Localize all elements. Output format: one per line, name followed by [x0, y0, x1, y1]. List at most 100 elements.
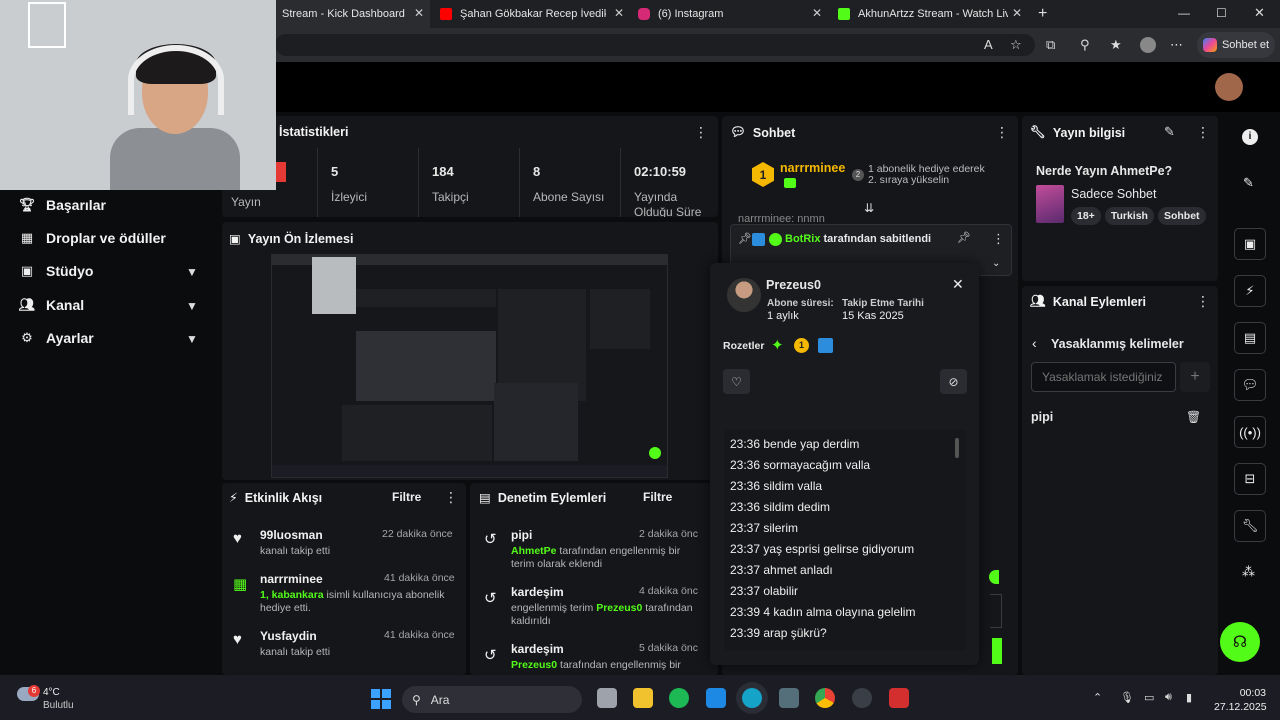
sidebar-item-drops[interactable]: ▦ Droplar ve ödüller: [18, 230, 166, 246]
users-icon[interactable]: ⁂: [1242, 564, 1255, 580]
undo-icon[interactable]: ↺: [484, 589, 497, 607]
close-icon[interactable]: ✕: [1012, 6, 1022, 20]
banned-word-input[interactable]: [1031, 362, 1176, 392]
mic-icon[interactable]: 🎙︎: [1120, 691, 1134, 704]
sidebar-item-achievements[interactable]: 🏆︎ Başarılar: [18, 197, 106, 213]
activity-filter-button[interactable]: Filtre: [392, 490, 421, 504]
unpin-icon[interactable]: 📌︎: [957, 231, 971, 244]
activity-user[interactable]: 99luosman: [260, 528, 323, 542]
sidebar-item-studio[interactable]: ▣ Stüdyo: [18, 263, 94, 279]
mute-button[interactable]: ⊘: [940, 369, 967, 394]
follow-heart-button[interactable]: ♡: [723, 369, 750, 394]
address-bar[interactable]: [275, 34, 1035, 56]
camera-icon[interactable]: ▣: [1234, 228, 1266, 260]
task-view-icon[interactable]: [597, 688, 617, 708]
add-word-button[interactable]: +: [1180, 362, 1210, 392]
new-tab-icon[interactable]: +: [1038, 5, 1047, 23]
activity-user[interactable]: narrrminee: [260, 572, 323, 586]
bolt-icon[interactable]: ⚡︎: [1234, 275, 1266, 307]
tab-title: AkhunArtzz Stream - Watch Live c: [858, 8, 1008, 20]
document-icon[interactable]: ▤: [1234, 322, 1266, 354]
moderation-actor[interactable]: Prezeus0: [596, 602, 642, 614]
close-icon[interactable]: ✕: [414, 6, 424, 20]
more-options-icon[interactable]: ⋮: [694, 124, 708, 141]
clock-date[interactable]: 27.12.2025: [1214, 701, 1267, 713]
moderation-actor[interactable]: AhmetPe: [511, 545, 557, 557]
avatar[interactable]: [1215, 73, 1243, 101]
chrome-icon[interactable]: [815, 688, 835, 708]
more-options-icon[interactable]: ⋮: [444, 489, 458, 506]
top-gifter-name[interactable]: narrrminee: [780, 161, 845, 175]
favorite-icon[interactable]: ☆: [1010, 37, 1022, 53]
support-button[interactable]: ☊: [1220, 622, 1260, 662]
tab-youtube[interactable]: Şahan Gökbakar Recep İvedik Sah ✕: [434, 0, 630, 28]
volume-icon[interactable]: 🔊︎: [1165, 691, 1172, 704]
tray-chevron-icon[interactable]: ⌃: [1093, 691, 1102, 704]
more-icon[interactable]: ⋯: [1170, 37, 1183, 53]
chat-message: 23:37 ahmet anladı: [730, 563, 833, 577]
stream-category[interactable]: Sadece Sohbet: [1071, 187, 1157, 201]
network-icon[interactable]: ▭: [1144, 691, 1154, 704]
store-icon[interactable]: [706, 688, 726, 708]
pinned-by-text: tarafından sabitlendi: [823, 233, 932, 245]
sub-duration-value: 1 aylık: [767, 310, 799, 322]
scrollbar[interactable]: [955, 438, 959, 458]
more-options-icon[interactable]: ⋮: [992, 231, 1005, 247]
close-icon[interactable]: ✕: [952, 276, 964, 293]
close-window-icon[interactable]: ✕: [1254, 5, 1265, 21]
chat-icon[interactable]: 💬︎: [1234, 369, 1266, 401]
stream-preview[interactable]: [271, 254, 668, 478]
extensions-icon[interactable]: ⧉: [1046, 37, 1055, 53]
tag-list: 18+ Turkish Sohbet: [1071, 206, 1210, 225]
edit-icon[interactable]: ✎: [1164, 124, 1175, 140]
app-icon[interactable]: [779, 688, 799, 708]
sidebar-item-settings[interactable]: ⚙ Ayarlar: [18, 330, 94, 346]
edit-icon[interactable]: ✎: [1243, 175, 1254, 191]
edge-icon[interactable]: [742, 688, 762, 708]
steam-icon[interactable]: [852, 688, 872, 708]
close-icon[interactable]: ✕: [614, 6, 624, 20]
more-options-icon[interactable]: ⋮: [995, 124, 1009, 141]
chevron-down-icon[interactable]: ▼: [186, 299, 198, 313]
profile-icon[interactable]: [1140, 37, 1156, 53]
app-red-icon[interactable]: [889, 688, 909, 708]
tag[interactable]: Sohbet: [1157, 207, 1206, 225]
copilot-chat-button[interactable]: Sohbet et: [1197, 32, 1275, 58]
wrench-icon[interactable]: 🔧︎: [1234, 510, 1266, 542]
pinned-by-name[interactable]: BotRix: [785, 233, 820, 245]
file-explorer-icon[interactable]: [633, 688, 653, 708]
favorites-icon[interactable]: ★: [1110, 37, 1122, 53]
battery-icon[interactable]: ▮: [1186, 691, 1192, 704]
info-icon[interactable]: i: [1242, 129, 1258, 145]
tab-kick-stream[interactable]: AkhunArtzz Stream - Watch Live c ✕: [832, 0, 1028, 28]
moderation-filter-button[interactable]: Filtre: [643, 490, 672, 504]
windows-start-icon[interactable]: [371, 689, 391, 709]
maximize-icon[interactable]: ☐: [1216, 6, 1227, 20]
minimize-icon[interactable]: —: [1178, 6, 1190, 20]
undo-icon[interactable]: ↺: [484, 646, 497, 664]
more-options-icon[interactable]: ⋮: [1196, 124, 1210, 141]
tab-instagram[interactable]: (6) Instagram ✕: [632, 0, 828, 28]
spotify-icon[interactable]: [669, 688, 689, 708]
layout-icon[interactable]: ⊟: [1234, 463, 1266, 495]
broadcast-icon[interactable]: ((•)): [1234, 416, 1266, 448]
chevron-down-icon[interactable]: ▼: [186, 265, 198, 279]
more-options-icon[interactable]: ⋮: [1196, 293, 1210, 310]
scroll-down-icon[interactable]: ⇊: [864, 201, 874, 215]
activity-user[interactable]: Yusfaydin: [260, 629, 317, 643]
tab-kick-dashboard[interactable]: Stream - Kick Dashboard ✕: [276, 0, 430, 28]
read-aloud-icon[interactable]: A: [984, 37, 993, 52]
clock-time[interactable]: 00:03: [1214, 687, 1266, 699]
moderation-actor[interactable]: Prezeus0: [511, 659, 557, 670]
chevron-down-icon[interactable]: ⌄: [992, 258, 1000, 269]
chevron-down-icon[interactable]: ▼: [186, 332, 198, 346]
taskbar-search[interactable]: ⚲ Ara: [402, 686, 582, 713]
back-icon[interactable]: ‹: [1032, 335, 1037, 351]
split-screen-icon[interactable]: ⚲: [1080, 37, 1090, 53]
sidebar-item-channel[interactable]: 👥︎ Kanal: [18, 297, 84, 313]
trash-icon[interactable]: 🗑︎: [1186, 410, 1201, 424]
tag[interactable]: 18+: [1071, 207, 1101, 225]
close-icon[interactable]: ✕: [812, 6, 822, 20]
tag[interactable]: Turkish: [1104, 207, 1154, 225]
undo-icon[interactable]: ↺: [484, 530, 497, 548]
